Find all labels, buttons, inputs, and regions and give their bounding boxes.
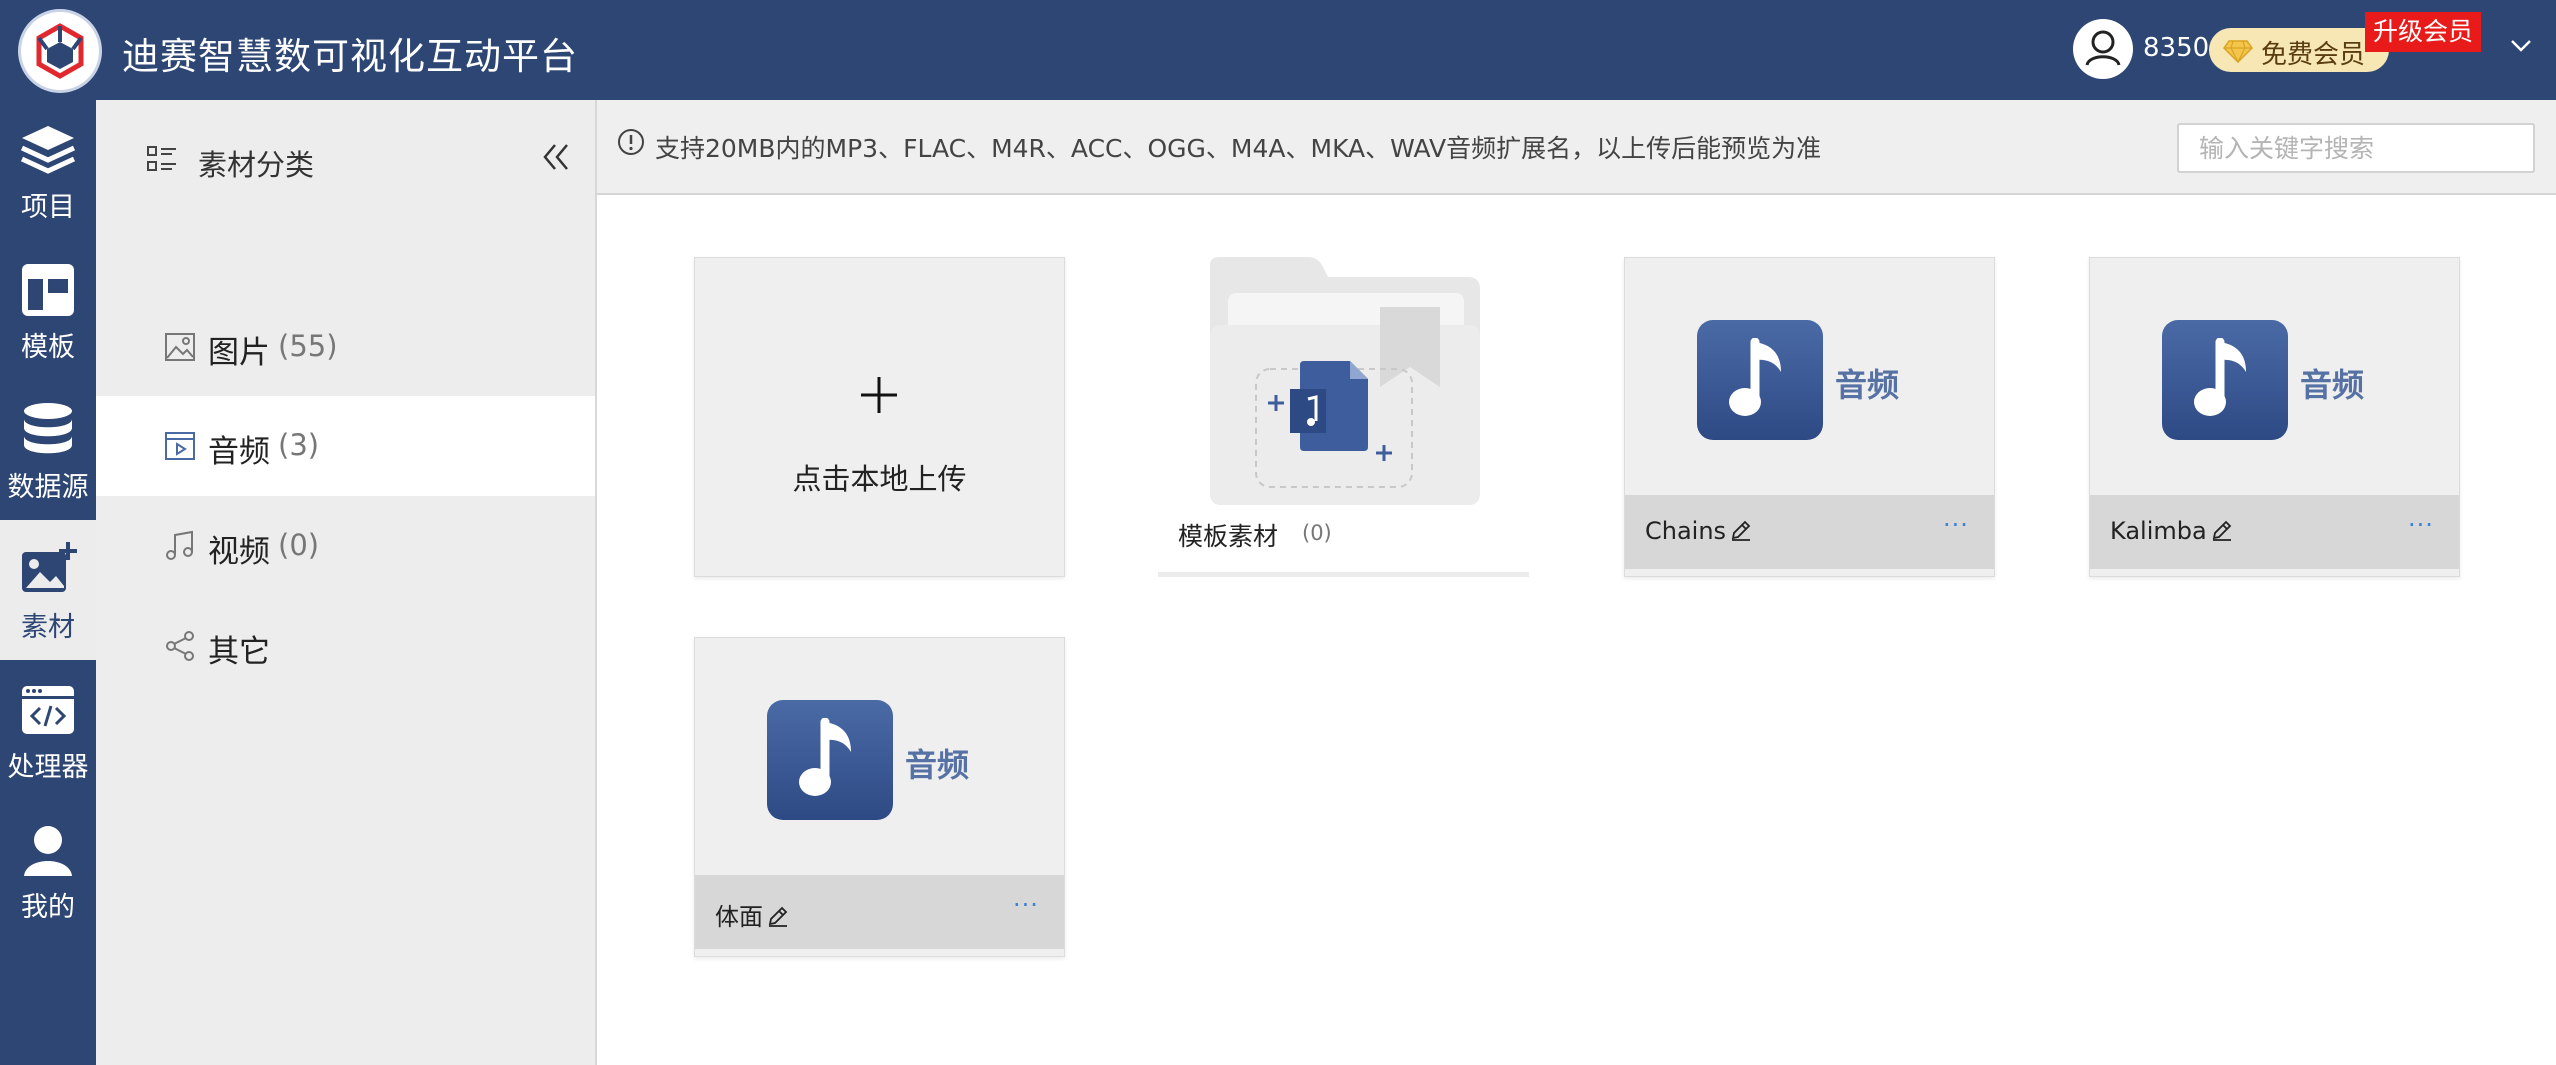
app-logo[interactable]	[18, 9, 102, 93]
main-nav-rail: 项目 模板 数据源 素材 处理器 我的	[0, 100, 96, 1065]
audio-title[interactable]: Chains	[1645, 517, 1752, 545]
nav-label-datasource: 数据源	[7, 472, 89, 503]
nav-label-processor: 处理器	[7, 752, 89, 783]
category-item-video[interactable]: 视频 (0)	[96, 496, 595, 596]
category-name: 图片	[208, 335, 270, 371]
music-note-icon	[166, 530, 193, 560]
points-count: 8350	[2143, 33, 2210, 63]
double-chevron-left-icon	[543, 144, 568, 170]
music-note-icon	[2194, 338, 2246, 416]
pencil-icon[interactable]	[1730, 519, 1752, 541]
category-item-images[interactable]: 图片 (55)	[96, 297, 595, 397]
category-panel: 素材分类 图片 (55) 音频 (3) 视频 (0) 其它	[96, 100, 595, 1065]
audio-title[interactable]: Kalimba	[2110, 517, 2233, 545]
category-name: 音频	[208, 434, 270, 470]
upload-label: 点击本地上传	[792, 462, 967, 496]
database-icon	[24, 403, 72, 454]
nav-item-assets[interactable]: 素材	[0, 520, 96, 660]
audio-note-badge	[1697, 320, 1823, 440]
user-menu-chevron-icon[interactable]	[2510, 38, 2532, 57]
list-icon	[147, 146, 176, 171]
music-note-icon	[1729, 338, 1781, 416]
audio-card-footer: Chains ···	[1625, 495, 1994, 569]
user-icon	[24, 826, 72, 876]
nav-label-template: 模板	[21, 332, 75, 363]
audio-card-footer: 体面 ···	[695, 875, 1064, 949]
more-options-button[interactable]: ···	[1943, 511, 1969, 539]
audio-title-text: 体面	[715, 903, 763, 931]
audio-card[interactable]: 音频 Kalimba ···	[2089, 257, 2460, 577]
category-header-label: 素材分类	[198, 148, 315, 182]
info-bar: 支持20MB内的MP3、FLAC、M4R、ACC、OGG、M4A、MKA、WAV…	[597, 100, 2556, 195]
more-options-button[interactable]: ···	[1013, 891, 1039, 919]
code-window-icon	[22, 686, 74, 734]
user-icon	[2085, 30, 2121, 66]
pencil-icon[interactable]	[767, 905, 789, 927]
nav-item-mine[interactable]: 我的	[0, 800, 96, 940]
audio-thumbnail: 音频	[2090, 258, 2459, 495]
template-folder-card[interactable]: 模板素材 (0)	[1158, 257, 1529, 577]
audio-title[interactable]: 体面	[715, 897, 789, 932]
audio-thumbnail-label: 音频	[905, 746, 970, 784]
category-name: 视频	[208, 534, 270, 570]
membership-label: 免费会员	[2261, 40, 2366, 70]
audio-note-badge	[2162, 320, 2288, 440]
membership-badge[interactable]: 免费会员	[2209, 28, 2389, 72]
folder-card-divider	[1158, 572, 1529, 577]
user-avatar[interactable]	[2073, 19, 2133, 79]
folder-add-file-icon	[1210, 257, 1480, 505]
more-options-button[interactable]: ···	[2408, 511, 2434, 539]
audio-thumbnail: 音频	[695, 638, 1064, 875]
category-item-other[interactable]: 其它	[96, 596, 595, 696]
nav-label-project: 项目	[21, 192, 75, 223]
nav-item-datasource[interactable]: 数据源	[0, 380, 96, 520]
folder-count: (0)	[1302, 521, 1332, 545]
audio-card[interactable]: 音频 体面 ···	[694, 637, 1065, 957]
upload-card[interactable]: 点击本地上传	[694, 257, 1065, 577]
audio-title-text: Kalimba	[2110, 517, 2207, 545]
audio-thumbnail-label: 音频	[1835, 366, 1900, 404]
app-title: 迪赛智慧数可视化互动平台	[122, 35, 578, 78]
nav-label-assets: 素材	[21, 612, 75, 643]
pencil-icon[interactable]	[2211, 519, 2233, 541]
music-note-icon	[799, 718, 851, 796]
category-name: 其它	[208, 634, 270, 670]
video-play-icon	[165, 432, 195, 460]
audio-card[interactable]: 音频 Chains ···	[1624, 257, 1995, 577]
info-circle-icon	[618, 129, 644, 155]
folder-name: 模板素材	[1178, 522, 1279, 551]
audio-title-text: Chains	[1645, 517, 1727, 545]
category-count: (0)	[278, 528, 320, 562]
template-icon	[22, 264, 74, 316]
upload-format-hint: 支持20MB内的MP3、FLAC、M4R、ACC、OGG、M4A、MKA、WAV…	[655, 134, 1822, 163]
audio-thumbnail: 音频	[1625, 258, 1994, 495]
image-icon	[165, 333, 195, 361]
asset-content-area: 支持20MB内的MP3、FLAC、M4R、ACC、OGG、M4A、MKA、WAV…	[595, 100, 2556, 1065]
category-count: (3)	[278, 428, 320, 462]
audio-card-footer: Kalimba ···	[2090, 495, 2459, 569]
diamond-icon	[2223, 40, 2253, 63]
plus-icon	[861, 377, 897, 413]
category-count: (55)	[278, 329, 338, 363]
audio-thumbnail-label: 音频	[2300, 366, 2365, 404]
top-bar: 迪赛智慧数可视化互动平台 8350 免费会员 升级会员	[0, 0, 2556, 100]
share-icon	[166, 631, 194, 661]
search-input[interactable]	[2177, 123, 2535, 173]
nav-item-template[interactable]: 模板	[0, 240, 96, 380]
upgrade-button[interactable]: 升级会员	[2365, 12, 2482, 52]
category-item-audio[interactable]: 音频 (3)	[96, 396, 595, 496]
image-add-icon	[22, 542, 77, 592]
nav-item-project[interactable]: 项目	[0, 100, 96, 240]
audio-note-badge	[767, 700, 893, 820]
collapse-panel-button[interactable]	[542, 142, 570, 176]
nav-item-processor[interactable]: 处理器	[0, 660, 96, 800]
layers-icon	[20, 126, 76, 174]
nav-label-mine: 我的	[21, 892, 75, 923]
